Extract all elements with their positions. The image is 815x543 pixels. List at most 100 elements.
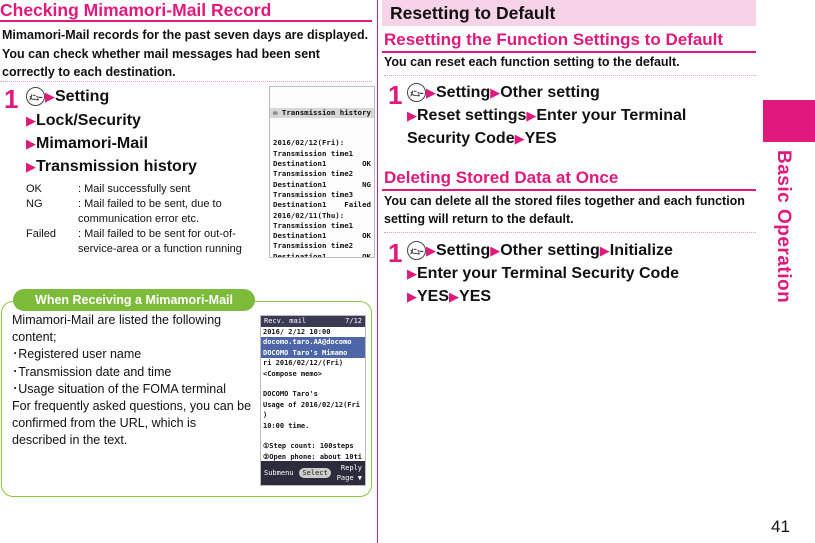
definition-desc: : Mail successfully sent (78, 183, 191, 195)
path-item: Initialize (609, 242, 673, 259)
path-item: Enter your Terminal (536, 107, 687, 124)
history-row: 2016/02/12(Fri): (270, 138, 374, 148)
path-item: Other setting (500, 84, 600, 101)
menu-key-icon: ﾒﾆｭｰ (407, 83, 426, 103)
path-item: Mimamori-Mail (36, 135, 149, 152)
note-line: For frequently asked questions, you can … (12, 399, 252, 448)
screen-header-text: Transmission history (281, 107, 371, 117)
history-row-label: Destination1 (273, 231, 327, 241)
arrow-icon: ▶ (599, 243, 610, 258)
title-rule (382, 189, 756, 191)
path-item: YES (459, 288, 492, 305)
arrow-icon: ▶ (26, 113, 36, 128)
history-row-label: Destination1 (273, 251, 327, 258)
delete-data-title: Deleting Stored Data at Once (384, 168, 619, 187)
step-line-3: ▶Mimamori-Mail (26, 132, 148, 155)
path-item: YES (417, 288, 450, 305)
side-tab-marker (763, 100, 815, 142)
arrow-icon: ▶ (449, 289, 460, 304)
divider (0, 81, 372, 82)
arrow-icon: ▶ (514, 131, 525, 146)
history-row-label: 2016/02/12(Fri): (273, 138, 345, 148)
screen-header-right: 7/12 (345, 317, 362, 325)
mail-line: DOCOMO Taro's Mimamo (261, 347, 365, 359)
note-line: ･Usage situation of the FOMA terminal (12, 381, 226, 396)
mail-line (261, 431, 365, 441)
path-item: Other setting (500, 242, 600, 259)
page-softkey: Page ▼ (336, 474, 362, 482)
mail-line: ①Step count: 100steps (263, 442, 354, 451)
reply-softkey: Reply (340, 463, 362, 472)
arrow-icon: ▶ (426, 85, 436, 100)
history-row: Destination1 OK (270, 231, 374, 241)
history-row-label: Destination1 (273, 159, 327, 169)
arrow-icon: ▶ (526, 108, 537, 123)
reset-settings-title: Resetting the Function Settings to Defau… (384, 30, 724, 49)
history-row-label: 2016/02/11(Thu): (273, 210, 345, 220)
menu-key-icon: ﾒﾆｭｰ (26, 87, 45, 107)
history-row: Destination1 OK (270, 251, 374, 258)
section-title: Checking Mimamori-Mail Record (0, 0, 272, 20)
definition-desc: : Mail failed to be sent for out-of-serv… (78, 228, 242, 255)
reset-step-line-3: Security Code▶YES (407, 127, 557, 150)
definition-term: Failed (26, 228, 56, 240)
mail-line: Usage of 2016/02/12(Fri (263, 400, 360, 409)
history-row-label: Transmission time1 (273, 148, 354, 158)
divider (384, 232, 756, 233)
arrow-icon: ▶ (407, 266, 417, 281)
path-item: Setting (436, 242, 491, 259)
page-number: 41 (771, 517, 790, 536)
title-rule (382, 51, 756, 53)
delete-step-line-2: ▶Enter your Terminal Security Code (407, 262, 679, 285)
mail-line: ) (263, 411, 268, 420)
step-number: 1 (388, 238, 403, 268)
note-text: Mimamori-Mail are listed the following c… (12, 312, 252, 450)
step-number: 1 (388, 80, 403, 110)
status-definitions: OK : Mail successfully sent NG : Mail fa… (26, 182, 261, 272)
path-item: Transmission history (36, 158, 197, 175)
path-item: Setting (55, 88, 110, 105)
reset-heading: Resetting to Default (382, 0, 756, 26)
screen-rows: 2016/02/12(Fri): Transmission time1 Destin… (270, 138, 374, 258)
delete-step-line-1: ﾒﾆｭｰ ▶Setting▶Other setting▶Initialize (407, 239, 673, 262)
reset-settings-text: You can reset each function setting to t… (384, 55, 680, 69)
note-line: ･Registered user name (12, 347, 142, 362)
mail-line: ri 2016/02/12/(Fri) (263, 359, 344, 368)
mail-line: 10:00 time. (263, 421, 310, 430)
arrow-icon: ▶ (26, 159, 36, 174)
step-line-1: ﾒﾆｭｰ ▶Setting (26, 85, 109, 108)
divider (384, 75, 756, 76)
arrow-icon: ▶ (45, 89, 55, 104)
history-row-status: NG (362, 179, 371, 189)
history-row: Destination1 NG (270, 180, 374, 190)
path-item: Reset settings (417, 107, 527, 124)
received-mail-screen: Recv. mail 7/12 2016/ 2/12 10:00 docomo.t… (260, 315, 366, 486)
screen-header: ✉ Transmission history (270, 107, 374, 118)
history-row-label: Transmission time3 (273, 189, 354, 199)
history-row: Transmission time2 (270, 169, 374, 179)
history-row: Destination1 OK (270, 159, 374, 169)
step-line-4: ▶Transmission history (26, 155, 197, 178)
transmission-history-screen: ✉ Transmission history 2016/02/12(Fri): T… (269, 86, 375, 258)
history-row-status: OK (362, 159, 371, 169)
path-item: Enter your Terminal Security Code (417, 265, 679, 282)
arrow-icon: ▶ (426, 243, 436, 258)
mail-line (261, 379, 365, 389)
arrow-icon: ▶ (490, 85, 501, 100)
definition-term: NG (26, 198, 43, 210)
select-softkey: Select (299, 467, 331, 479)
arrow-icon: ▶ (407, 108, 417, 123)
history-row-label: Destination1 (273, 179, 327, 189)
reset-step-line-1: ﾒﾆｭｰ ▶Setting▶Other setting (407, 81, 600, 104)
history-row-label: Transmission time1 (273, 220, 354, 230)
submenu-softkey: Submenu (264, 468, 294, 477)
menu-key-icon: ﾒﾆｭｰ (407, 241, 426, 261)
screen-footer: Submenu Select Reply Page ▼ (261, 461, 365, 485)
arrow-icon: ▶ (490, 243, 501, 258)
history-row: Transmission time2 (270, 241, 374, 251)
history-row: 2016/02/11(Thu): (270, 211, 374, 221)
path-item: Setting (436, 84, 491, 101)
history-row-status: Failed (344, 200, 371, 210)
history-row-status: OK (362, 251, 371, 258)
intro-text: Mimamori-Mail records for the past seven… (2, 28, 369, 79)
